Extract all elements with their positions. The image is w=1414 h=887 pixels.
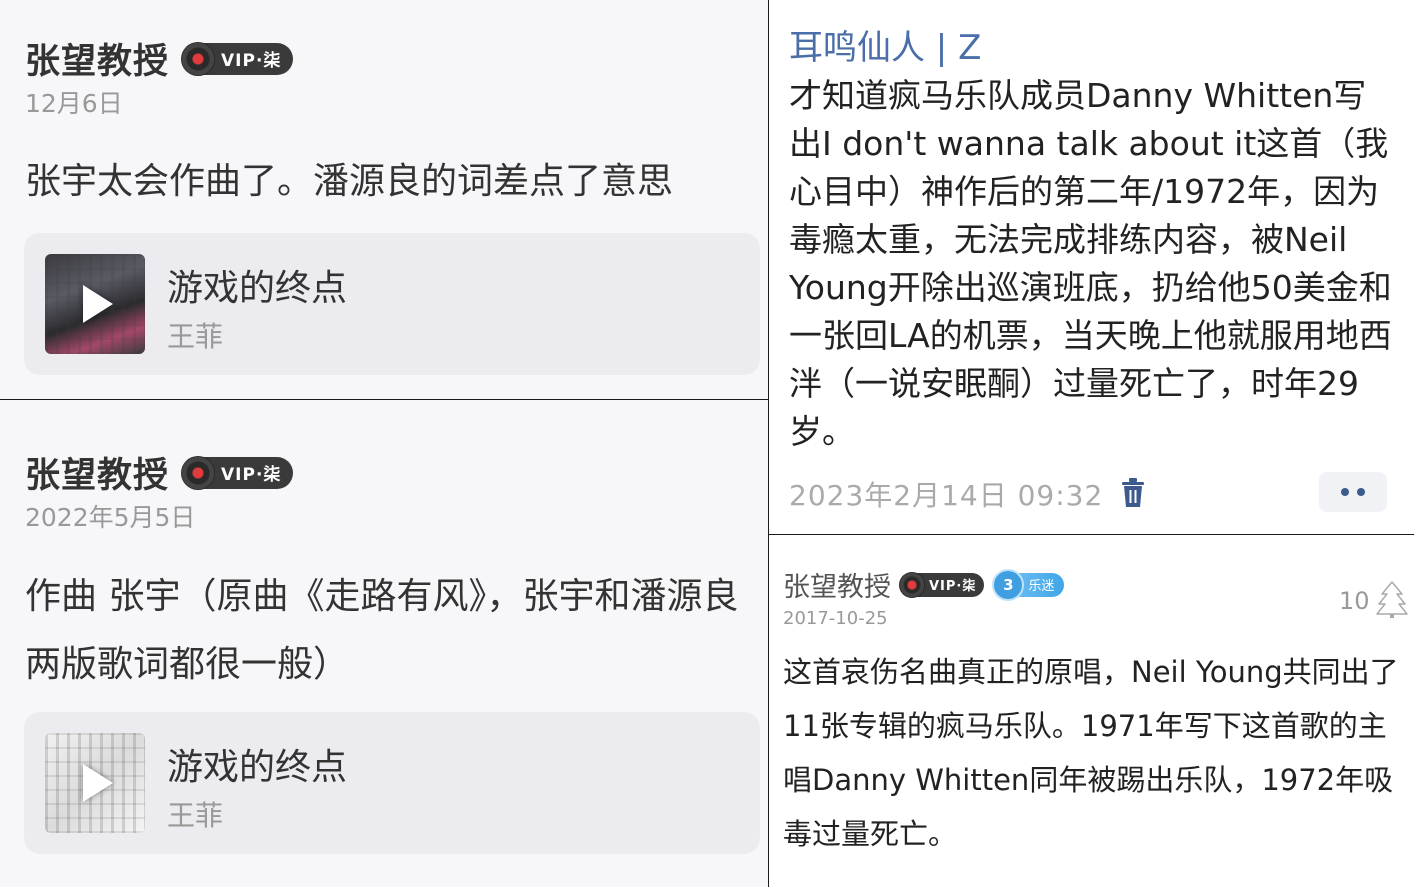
comment-timestamp: 2023年2月14日 09:32 (789, 479, 1104, 512)
fan-label: 乐迷 (1028, 579, 1055, 594)
author-row: 张望教授 VIP·柒 (25, 33, 294, 84)
more-dot-icon (1357, 488, 1365, 496)
like-count: 10 (1339, 587, 1370, 615)
vip-label: VIP·柒 (929, 579, 977, 594)
more-options-button[interactable] (1319, 472, 1387, 512)
trash-icon[interactable] (1121, 478, 1145, 508)
post-card-2: 张望教授 VIP·柒 2022年5月5日 作曲 张宇（原曲《走路有风》，张宇和潘… (0, 400, 768, 887)
vip-badge[interactable]: VIP·柒 (181, 455, 294, 490)
author-row: 张望教授 VIP·柒 (25, 447, 294, 498)
album-cover (45, 254, 145, 354)
comment-text: 才知道疯马乐队成员Danny Whitten写出I don't wanna ta… (789, 76, 1392, 451)
fan-badge[interactable]: 3 乐迷 (992, 568, 1065, 601)
commenter-name[interactable]: 耳鸣仙人 | Z (789, 20, 981, 69)
song-artist: 王菲 (167, 799, 224, 832)
vip-label: VIP·柒 (221, 465, 282, 485)
vinyl-disc-icon (181, 41, 216, 76)
post-text: 作曲 张宇（原曲《走路有风》，张宇和潘源良两版歌词都很一般） (25, 576, 739, 685)
screenshot-collage: 张望教授 VIP·柒 12月6日 张宇太会作曲了。潘源良的词差点了意思 游戏的终… (0, 0, 1414, 887)
comment-text: 这首哀伤名曲真正的原唱，Neil Young共同出了11张专辑的疯马乐队。197… (783, 655, 1399, 851)
author-name[interactable]: 张望教授 (25, 33, 169, 84)
vinyl-disc-icon (899, 571, 925, 598)
commenter-name[interactable]: 张望教授 (783, 565, 891, 604)
song-title: 游戏的终点 (167, 747, 348, 788)
comment-card-bottom: 张望教授 VIP·柒 3 乐迷 2017-10-25 10 这首哀伤名曲真正的原… (769, 535, 1414, 887)
more-dot-icon (1341, 488, 1349, 496)
song-artist: 王菲 (167, 320, 224, 353)
play-icon[interactable] (83, 285, 113, 323)
fan-level: 3 (992, 568, 1025, 601)
post-text: 张宇太会作曲了。潘源良的词差点了意思 (25, 161, 674, 202)
christmas-tree-like-icon[interactable] (1376, 580, 1408, 618)
author-row: 张望教授 VIP·柒 3 乐迷 (783, 565, 1065, 604)
post-card-1: 张望教授 VIP·柒 12月6日 张宇太会作曲了。潘源良的词差点了意思 游戏的终… (0, 0, 768, 399)
vinyl-disc-icon (181, 455, 216, 490)
vip-badge[interactable]: VIP·柒 (181, 41, 294, 76)
song-title: 游戏的终点 (167, 268, 348, 309)
comment-date: 2017-10-25 (783, 608, 888, 629)
post-date: 12月6日 (25, 89, 123, 118)
song-card[interactable]: 游戏的终点 王菲 (24, 233, 760, 375)
vip-badge[interactable]: VIP·柒 (899, 571, 985, 598)
post-date: 2022年5月5日 (25, 503, 196, 532)
comment-card-top: 耳鸣仙人 | Z 才知道疯马乐队成员Danny Whitten写出I don't… (769, 0, 1414, 534)
author-name[interactable]: 张望教授 (25, 447, 169, 498)
play-icon[interactable] (83, 764, 113, 802)
vip-label: VIP·柒 (221, 51, 282, 71)
album-cover (45, 733, 145, 833)
song-card[interactable]: 游戏的终点 王菲 (24, 712, 760, 854)
